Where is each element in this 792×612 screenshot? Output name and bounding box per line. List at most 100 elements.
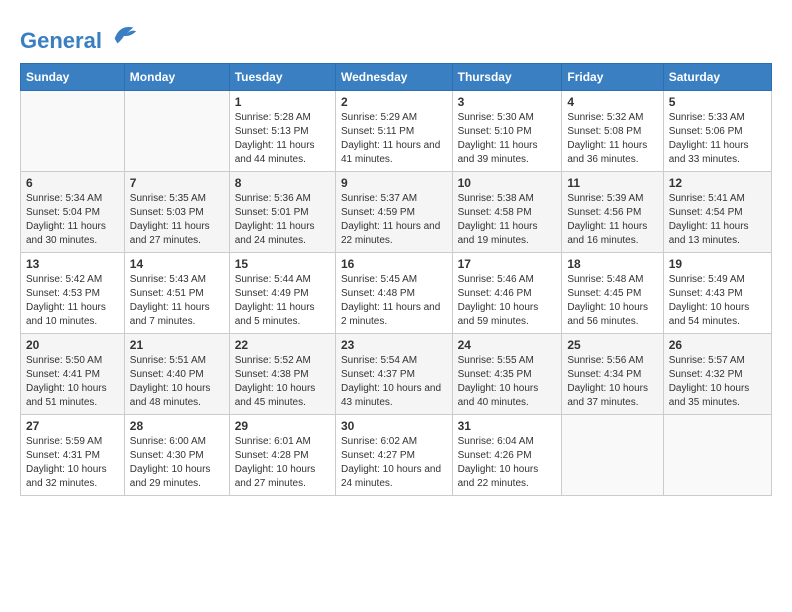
day-number: 8 [235,176,330,190]
calendar-cell: 2 Sunrise: 5:29 AM Sunset: 5:11 PM Daylig… [335,91,452,172]
calendar-header-row: SundayMondayTuesdayWednesdayThursdayFrid… [21,64,772,91]
day-number: 24 [458,338,557,352]
calendar-cell: 10 Sunrise: 5:38 AM Sunset: 4:58 PM Dayli… [452,172,562,253]
day-number: 6 [26,176,119,190]
calendar-cell: 27 Sunrise: 5:59 AM Sunset: 4:31 PM Dayli… [21,415,125,496]
calendar-cell: 4 Sunrise: 5:32 AM Sunset: 5:08 PM Daylig… [562,91,663,172]
day-number: 20 [26,338,119,352]
day-detail: Sunrise: 5:52 AM Sunset: 4:38 PM Dayligh… [235,354,330,410]
day-number: 4 [567,95,657,109]
day-number: 7 [130,176,224,190]
day-number: 10 [458,176,557,190]
calendar-cell: 25Sunrise: 5:56 AM Sunset: 4:34 PM Dayli… [562,334,663,415]
calendar-cell [663,415,771,496]
day-number: 16 [341,257,447,271]
day-number: 28 [130,419,224,433]
day-detail: Sunrise: 5:29 AM Sunset: 5:11 PM Dayligh… [341,111,447,167]
col-header-monday: Monday [124,64,229,91]
day-detail: Sunrise: 5:36 AM Sunset: 5:01 PM Dayligh… [235,192,330,248]
calendar-cell: 3Sunrise: 5:30 AM Sunset: 5:10 PM Daylig… [452,91,562,172]
day-detail: Sunrise: 5:41 AM Sunset: 4:54 PM Dayligh… [669,192,766,248]
day-detail: Sunrise: 5:33 AM Sunset: 5:06 PM Dayligh… [669,111,766,167]
day-number: 13 [26,257,119,271]
calendar-cell: 13 Sunrise: 5:42 AM Sunset: 4:53 PM Dayli… [21,253,125,334]
calendar-cell: 16 Sunrise: 5:45 AM Sunset: 4:48 PM Dayli… [335,253,452,334]
calendar-cell: 21 Sunrise: 5:51 AM Sunset: 4:40 PM Dayli… [124,334,229,415]
day-number: 9 [341,176,447,190]
col-header-saturday: Saturday [663,64,771,91]
calendar-cell: 29Sunrise: 6:01 AM Sunset: 4:28 PM Dayli… [229,415,335,496]
page-header: General [20,20,772,53]
calendar-cell: 1 Sunrise: 5:28 AM Sunset: 5:13 PM Daylig… [229,91,335,172]
day-detail: Sunrise: 5:55 AM Sunset: 4:35 PM Dayligh… [458,354,557,410]
calendar-week-4: 20 Sunrise: 5:50 AM Sunset: 4:41 PM Dayli… [21,334,772,415]
day-number: 23 [341,338,447,352]
day-number: 27 [26,419,119,433]
day-detail: Sunrise: 5:34 AM Sunset: 5:04 PM Dayligh… [26,192,119,248]
calendar-cell: 6 Sunrise: 5:34 AM Sunset: 5:04 PM Daylig… [21,172,125,253]
day-detail: Sunrise: 5:59 AM Sunset: 4:31 PM Dayligh… [26,435,119,491]
day-number: 22 [235,338,330,352]
day-detail: Sunrise: 5:46 AM Sunset: 4:46 PM Dayligh… [458,273,557,329]
calendar-cell: 30 Sunrise: 6:02 AM Sunset: 4:27 PM Dayli… [335,415,452,496]
day-detail: Sunrise: 5:38 AM Sunset: 4:58 PM Dayligh… [458,192,557,248]
col-header-tuesday: Tuesday [229,64,335,91]
col-header-friday: Friday [562,64,663,91]
day-detail: Sunrise: 5:48 AM Sunset: 4:45 PM Dayligh… [567,273,657,329]
day-number: 5 [669,95,766,109]
day-number: 1 [235,95,330,109]
calendar-cell: 20 Sunrise: 5:50 AM Sunset: 4:41 PM Dayli… [21,334,125,415]
day-detail: Sunrise: 5:37 AM Sunset: 4:59 PM Dayligh… [341,192,447,248]
day-number: 2 [341,95,447,109]
day-detail: Sunrise: 5:35 AM Sunset: 5:03 PM Dayligh… [130,192,224,248]
calendar-week-5: 27 Sunrise: 5:59 AM Sunset: 4:31 PM Dayli… [21,415,772,496]
day-detail: Sunrise: 5:51 AM Sunset: 4:40 PM Dayligh… [130,354,224,410]
calendar-cell: 31 Sunrise: 6:04 AM Sunset: 4:26 PM Dayli… [452,415,562,496]
day-number: 11 [567,176,657,190]
calendar-cell [562,415,663,496]
day-number: 30 [341,419,447,433]
day-number: 25 [567,338,657,352]
day-number: 29 [235,419,330,433]
calendar-body: 1 Sunrise: 5:28 AM Sunset: 5:13 PM Daylig… [21,91,772,496]
calendar-cell: 17 Sunrise: 5:46 AM Sunset: 4:46 PM Dayli… [452,253,562,334]
day-detail: Sunrise: 5:50 AM Sunset: 4:41 PM Dayligh… [26,354,119,410]
calendar-week-2: 6 Sunrise: 5:34 AM Sunset: 5:04 PM Daylig… [21,172,772,253]
col-header-sunday: Sunday [21,64,125,91]
col-header-thursday: Thursday [452,64,562,91]
logo: General [20,20,138,53]
day-detail: Sunrise: 5:32 AM Sunset: 5:08 PM Dayligh… [567,111,657,167]
calendar-cell: 19Sunrise: 5:49 AM Sunset: 4:43 PM Dayli… [663,253,771,334]
day-detail: Sunrise: 6:04 AM Sunset: 4:26 PM Dayligh… [458,435,557,491]
calendar-cell: 22 Sunrise: 5:52 AM Sunset: 4:38 PM Dayli… [229,334,335,415]
calendar-cell [21,91,125,172]
day-number: 12 [669,176,766,190]
calendar-week-1: 1 Sunrise: 5:28 AM Sunset: 5:13 PM Daylig… [21,91,772,172]
day-detail: Sunrise: 5:45 AM Sunset: 4:48 PM Dayligh… [341,273,447,329]
day-detail: Sunrise: 6:00 AM Sunset: 4:30 PM Dayligh… [130,435,224,491]
day-detail: Sunrise: 5:42 AM Sunset: 4:53 PM Dayligh… [26,273,119,329]
logo-bird-icon [110,20,138,48]
day-number: 14 [130,257,224,271]
calendar-cell: 12 Sunrise: 5:41 AM Sunset: 4:54 PM Dayli… [663,172,771,253]
day-detail: Sunrise: 5:44 AM Sunset: 4:49 PM Dayligh… [235,273,330,329]
day-detail: Sunrise: 5:57 AM Sunset: 4:32 PM Dayligh… [669,354,766,410]
day-number: 17 [458,257,557,271]
calendar-cell: 24 Sunrise: 5:55 AM Sunset: 4:35 PM Dayli… [452,334,562,415]
day-number: 21 [130,338,224,352]
calendar-cell: 5 Sunrise: 5:33 AM Sunset: 5:06 PM Daylig… [663,91,771,172]
day-detail: Sunrise: 5:28 AM Sunset: 5:13 PM Dayligh… [235,111,330,167]
calendar-table: SundayMondayTuesdayWednesdayThursdayFrid… [20,63,772,496]
day-number: 15 [235,257,330,271]
day-number: 31 [458,419,557,433]
day-detail: Sunrise: 5:54 AM Sunset: 4:37 PM Dayligh… [341,354,447,410]
day-detail: Sunrise: 5:49 AM Sunset: 4:43 PM Dayligh… [669,273,766,329]
calendar-cell: 11 Sunrise: 5:39 AM Sunset: 4:56 PM Dayli… [562,172,663,253]
calendar-cell: 7 Sunrise: 5:35 AM Sunset: 5:03 PM Daylig… [124,172,229,253]
calendar-cell: 14Sunrise: 5:43 AM Sunset: 4:51 PM Dayli… [124,253,229,334]
calendar-cell: 9 Sunrise: 5:37 AM Sunset: 4:59 PM Daylig… [335,172,452,253]
calendar-cell: 18Sunrise: 5:48 AM Sunset: 4:45 PM Dayli… [562,253,663,334]
day-number: 26 [669,338,766,352]
day-detail: Sunrise: 5:39 AM Sunset: 4:56 PM Dayligh… [567,192,657,248]
day-detail: Sunrise: 6:02 AM Sunset: 4:27 PM Dayligh… [341,435,447,491]
